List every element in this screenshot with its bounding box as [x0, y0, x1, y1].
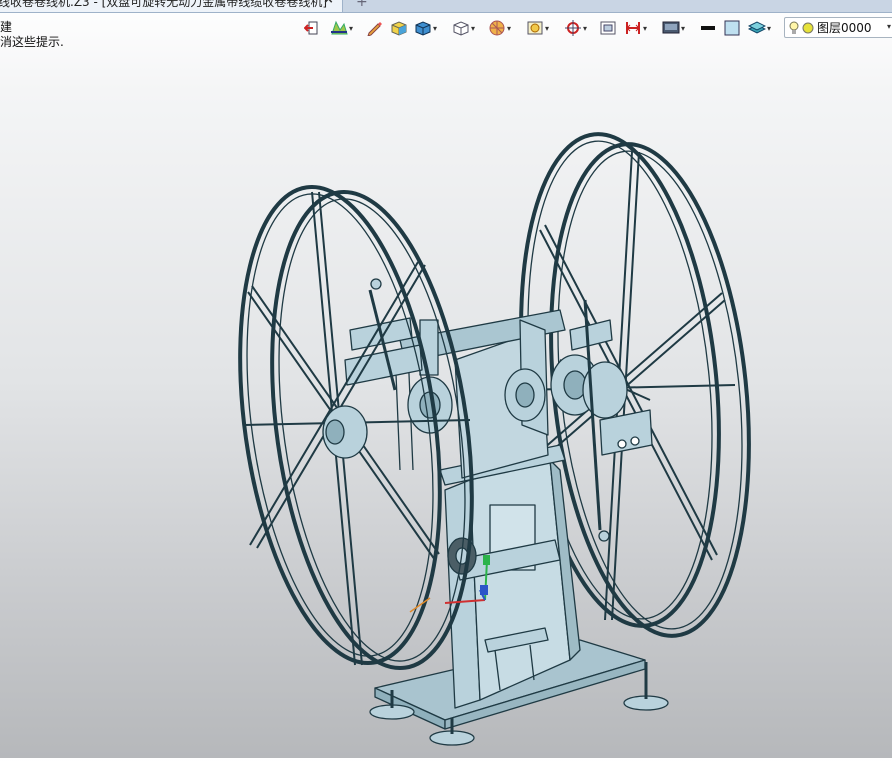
layer-name: 图层0000: [817, 21, 872, 35]
pencil-icon: [367, 22, 382, 36]
sphere-render-icon: [489, 20, 505, 36]
wireframe-view-button[interactable]: ▾: [452, 16, 475, 40]
new-tab-icon[interactable]: +: [356, 0, 368, 10]
line-style-button[interactable]: [700, 16, 716, 40]
shaded-view-button[interactable]: ▾: [414, 16, 437, 40]
command-hint-line1: 建: [0, 20, 13, 34]
wireframe-dropdown-icon[interactable]: ▾: [471, 24, 475, 33]
render-mode-dropdown-icon[interactable]: ▾: [507, 24, 511, 33]
document-tab-bar: 线收卷卷线机.Z3 - [双盘可旋转无动力金属带线缆收卷卷线机] × +: [0, 0, 892, 13]
left-reel: [238, 184, 474, 671]
color-swatch-icon: [724, 20, 740, 36]
shaded-view-dropdown-icon[interactable]: ▾: [433, 24, 437, 33]
close-tab-icon[interactable]: ×: [323, 0, 334, 7]
zoom-fit-button[interactable]: [600, 16, 616, 40]
monitor-icon: [662, 21, 680, 34]
layer-manager-button[interactable]: ▾: [748, 16, 771, 40]
color-button[interactable]: [724, 16, 740, 40]
exit-icon: [304, 21, 318, 35]
document-tab[interactable]: 线收卷卷线机.Z3 - [双盘可旋转无动力金属带线缆收卷卷线机] ×: [0, 0, 343, 12]
layer-status-icon: [802, 22, 814, 33]
display-dropdown-icon[interactable]: ▾: [681, 24, 685, 33]
display-button[interactable]: ▾: [662, 16, 685, 40]
cube-blue-icon: [415, 21, 431, 36]
render-mode-button[interactable]: ▾: [488, 16, 511, 40]
layer-manager-dropdown-icon[interactable]: ▾: [767, 24, 771, 33]
view-orient-icon: [527, 21, 543, 35]
target-icon: [565, 20, 581, 36]
exit-sketch-button[interactable]: [304, 16, 320, 40]
layer-dropdown-icon[interactable]: ▾: [887, 22, 891, 31]
line-weight-icon: [701, 26, 715, 30]
bulb-icon: [789, 21, 799, 34]
edit-button[interactable]: [366, 16, 382, 40]
ruler-icon: [626, 22, 640, 34]
layers-icon: [748, 21, 766, 34]
solid-view-button[interactable]: [390, 16, 408, 40]
shade-mode-icon: [331, 20, 348, 35]
cube-yellow-icon: [391, 21, 407, 36]
command-hint: 建 消这些提示.: [0, 20, 64, 50]
shade-mode-button[interactable]: ▾: [330, 16, 353, 40]
shade-mode-dropdown-icon[interactable]: ▾: [349, 24, 353, 33]
measure-button[interactable]: ▾: [624, 16, 647, 40]
zoom-fit-icon: [600, 21, 616, 35]
3d-viewport[interactable]: [0, 50, 892, 758]
command-hint-line2: 消这些提示.: [0, 35, 64, 49]
wire-cube-icon: [453, 21, 469, 36]
layer-select[interactable]: 图层0000 ▾: [784, 17, 892, 38]
view-orient-dropdown-icon[interactable]: ▾: [545, 24, 549, 33]
measure-dropdown-icon[interactable]: ▾: [643, 24, 647, 33]
view-toolbar: ▾ ▾ ▾ ▾ ▾ ▾ ▾ ▾ ▾ 图层0000 ▾: [300, 16, 892, 40]
cable-reel-model: [238, 132, 751, 746]
snap-dropdown-icon[interactable]: ▾: [583, 24, 587, 33]
view-orient-button[interactable]: ▾: [526, 16, 549, 40]
snap-button[interactable]: ▾: [564, 16, 587, 40]
document-tab-title: 线收卷卷线机.Z3 - [双盘可旋转无动力金属带线缆收卷卷线机]: [0, 0, 327, 9]
